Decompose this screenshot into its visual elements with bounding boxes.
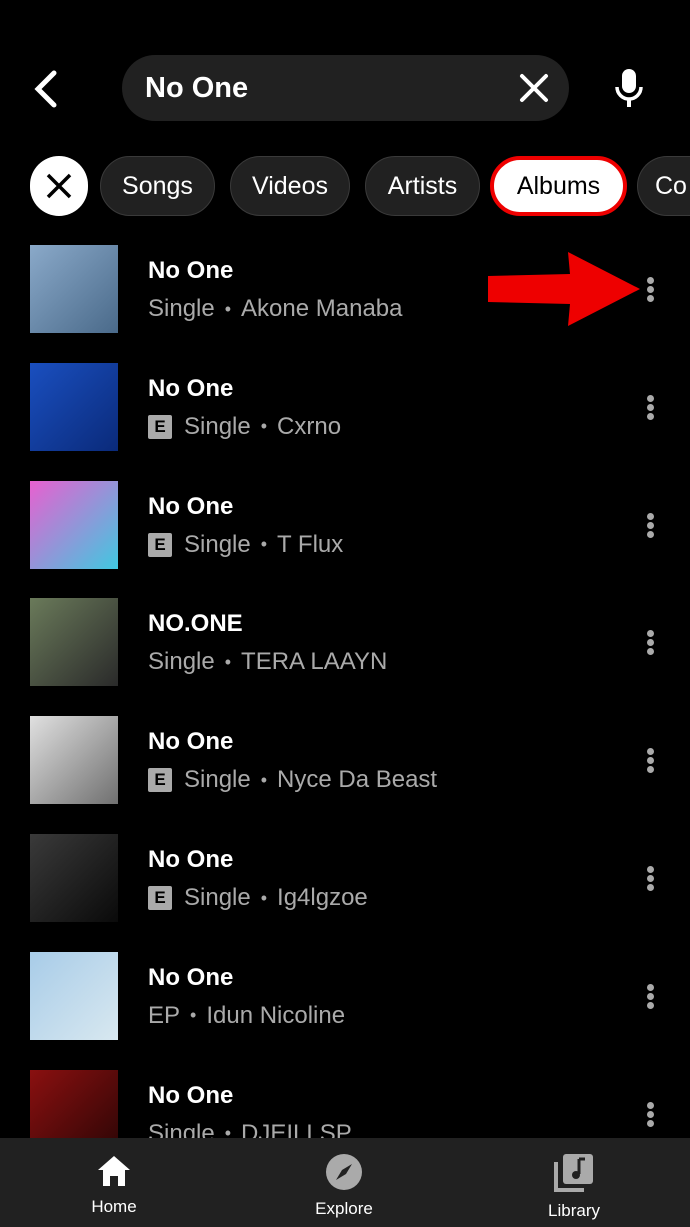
album-art [30, 480, 118, 569]
filter-chips: Songs Videos Artists Albums Co [30, 156, 690, 216]
album-type: Single [184, 766, 251, 794]
album-art [30, 598, 118, 687]
album-subtitle: EP • Idun Nicoline [148, 1002, 345, 1030]
album-art [30, 362, 118, 451]
album-type: EP [148, 1001, 181, 1029]
album-art [30, 951, 118, 1040]
nav-home[interactable]: Home [34, 1138, 194, 1227]
album-row[interactable]: No One E Single • T Flux [0, 480, 690, 581]
album-subtitle: E Single • Cxrno [148, 413, 341, 441]
more-options-icon[interactable] [640, 512, 660, 541]
album-art [30, 716, 118, 805]
separator: • [260, 534, 268, 555]
album-type: Single [148, 295, 215, 322]
album-subtitle: E Single • Ig4lgzoe [148, 884, 368, 912]
chip-videos[interactable]: Videos [230, 156, 350, 216]
album-subtitle: Single • TERA LAAYN [148, 648, 387, 676]
library-icon [554, 1154, 593, 1192]
more-options-icon[interactable] [640, 866, 660, 894]
album-title: No One [148, 963, 234, 991]
search-query: No One [145, 72, 249, 104]
more-options-icon[interactable] [640, 748, 660, 776]
album-title: No One [148, 492, 234, 520]
home-icon [98, 1156, 130, 1186]
microphone-icon[interactable] [612, 67, 646, 109]
album-artist: Cxrno [277, 412, 342, 440]
nav-label: Home [91, 1197, 137, 1216]
album-artist: Akone Manaba [241, 295, 403, 322]
nav-explore[interactable]: Explore [264, 1138, 424, 1227]
red-arrow-annotation [488, 252, 640, 326]
chip-songs[interactable]: Songs [100, 156, 215, 216]
more-options-icon[interactable] [640, 983, 660, 1012]
close-icon [46, 173, 72, 199]
album-row[interactable]: No One EP • Idun Nicoline [0, 951, 690, 1052]
clear-filter-button[interactable] [30, 156, 88, 216]
explicit-badge: E [148, 768, 172, 793]
separator: • [260, 887, 268, 908]
nav-library[interactable]: Library [494, 1138, 654, 1227]
album-art [30, 834, 118, 922]
nav-label: Library [548, 1201, 600, 1220]
album-row[interactable]: No One E Single • Nyce Da Beast [0, 716, 690, 816]
album-artist: Ig4lgzoe [277, 884, 368, 911]
separator: • [190, 1005, 197, 1026]
album-art [30, 245, 118, 333]
album-artist: Nyce Da Beast [277, 766, 438, 794]
album-type: Single [184, 884, 251, 911]
album-title: No One [148, 846, 234, 873]
chip-artists[interactable]: Artists [365, 156, 480, 216]
album-type: Single [184, 530, 251, 558]
bottom-nav: Home Explore Library [0, 1138, 690, 1227]
nav-label: Explore [315, 1199, 373, 1218]
explicit-badge: E [148, 886, 172, 910]
album-row[interactable]: No One E Single • Cxrno [0, 362, 690, 463]
album-title: No One [148, 728, 234, 756]
album-title: No One [148, 374, 234, 402]
album-title: No One [148, 257, 234, 284]
more-options-icon[interactable] [640, 394, 660, 423]
album-type: Single [184, 412, 251, 440]
album-artist: T Flux [277, 530, 344, 558]
search-input[interactable]: No One [122, 55, 569, 121]
more-options-icon[interactable] [640, 630, 660, 658]
album-subtitle: Single • Akone Manaba [148, 295, 402, 323]
chip-community[interactable]: Co [637, 156, 690, 216]
album-subtitle: E Single • T Flux [148, 531, 343, 559]
separator: • [260, 769, 268, 790]
album-title: NO.ONE [148, 610, 243, 638]
chip-albums[interactable]: Albums [490, 156, 627, 216]
album-row[interactable]: NO.ONE Single • TERA LAAYN [0, 598, 690, 698]
back-arrow-icon[interactable] [28, 69, 64, 109]
search-bar-row: No One [0, 55, 690, 121]
separator: • [224, 298, 232, 319]
more-options-icon[interactable] [640, 277, 660, 305]
album-row[interactable]: No One E Single • Ig4lgzoe [0, 834, 690, 934]
album-type: Single [148, 648, 215, 676]
compass-icon [326, 1154, 362, 1190]
album-title: No One [148, 1081, 234, 1109]
separator: • [224, 651, 232, 672]
album-artist: Idun Nicoline [206, 1001, 346, 1029]
album-subtitle: E Single • Nyce Da Beast [148, 766, 437, 794]
explicit-badge: E [148, 532, 172, 557]
separator: • [260, 416, 268, 437]
more-options-icon[interactable] [640, 1101, 660, 1130]
clear-search-icon[interactable] [519, 73, 549, 103]
explicit-badge: E [148, 414, 172, 439]
album-artist: TERA LAAYN [241, 648, 388, 676]
